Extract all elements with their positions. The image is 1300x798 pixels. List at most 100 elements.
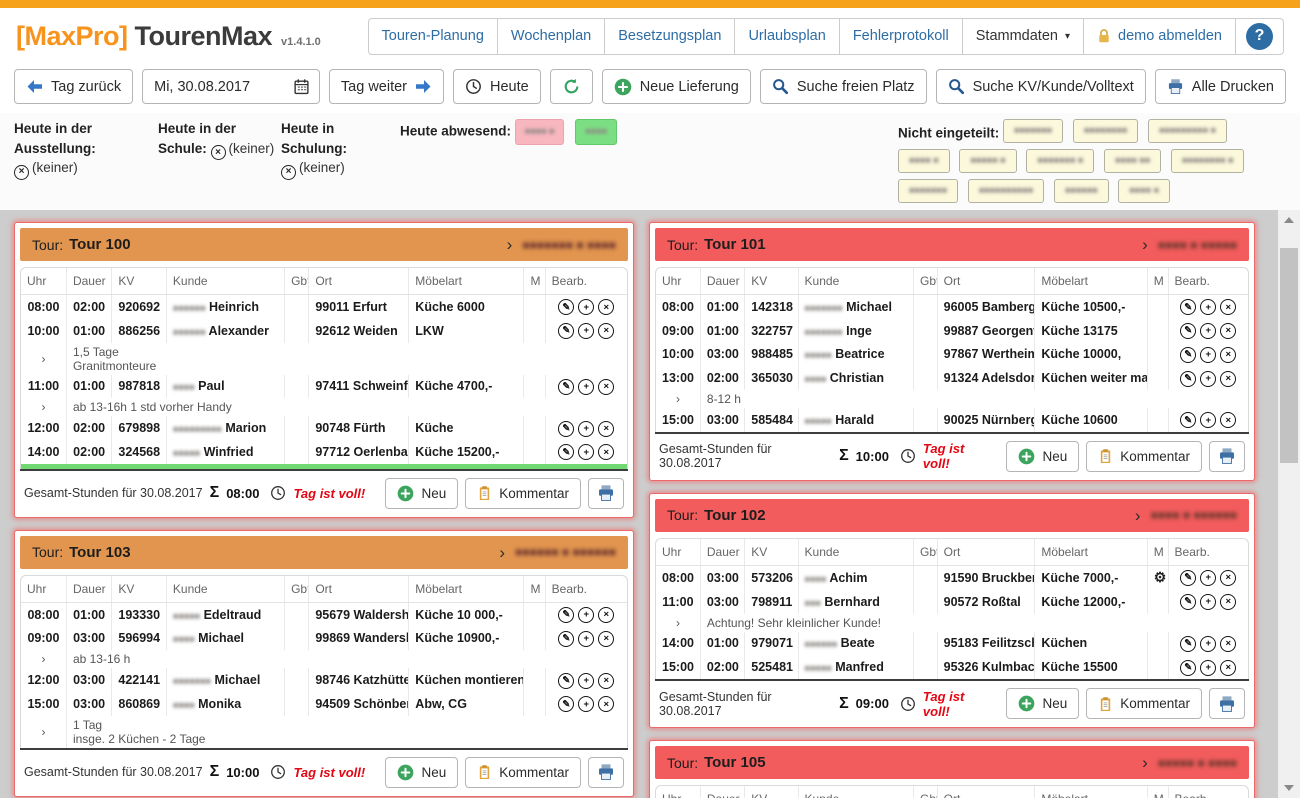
scroll-up-arrow[interactable]	[1278, 212, 1300, 228]
add-icon[interactable]: +	[578, 421, 594, 437]
edit-icon[interactable]: ✎	[1180, 636, 1196, 652]
unassigned-badge[interactable]: ■■■■ ■	[1118, 179, 1170, 203]
delete-icon[interactable]: ×	[1220, 371, 1236, 387]
delete-icon[interactable]: ×	[598, 444, 614, 460]
delete-icon[interactable]: ×	[598, 631, 614, 647]
add-icon[interactable]: +	[578, 323, 594, 339]
vertical-scrollbar[interactable]	[1278, 210, 1300, 798]
delete-icon[interactable]: ×	[598, 607, 614, 623]
edit-icon[interactable]: ✎	[1180, 347, 1196, 363]
tab-touren-planung[interactable]: Touren-Planung	[369, 19, 497, 54]
add-icon[interactable]: +	[578, 379, 594, 395]
delete-icon[interactable]: ×	[1220, 412, 1236, 428]
new-entry-button[interactable]: Neu	[1006, 441, 1079, 472]
edit-icon[interactable]: ✎	[558, 696, 574, 712]
edit-icon[interactable]: ✎	[1180, 570, 1196, 586]
print-tour-button[interactable]	[588, 757, 624, 788]
edit-icon[interactable]: ✎	[558, 607, 574, 623]
delete-icon[interactable]: ×	[1220, 347, 1236, 363]
edit-icon[interactable]: ✎	[1180, 299, 1196, 315]
new-entry-button[interactable]: Neu	[385, 757, 458, 788]
comment-button[interactable]: Kommentar	[1086, 688, 1202, 719]
logout-button[interactable]: demo abmelden	[1083, 19, 1235, 54]
unassigned-badge[interactable]: ■■■■■■■	[898, 179, 958, 203]
unassigned-badge[interactable]: ■■■■■ ■	[959, 149, 1016, 173]
add-icon[interactable]: +	[578, 299, 594, 315]
add-icon[interactable]: +	[1200, 636, 1216, 652]
absent-badge[interactable]: ■■■■ ■	[515, 119, 565, 145]
edit-icon[interactable]: ✎	[1180, 371, 1196, 387]
add-icon[interactable]: +	[1200, 570, 1216, 586]
menu-stammdaten[interactable]: Stammdaten ▾	[962, 19, 1083, 54]
today-button[interactable]: Heute	[453, 69, 541, 104]
tour-header[interactable]: Tour: Tour 101 › ■■■■ ■ ■■■■■	[655, 228, 1249, 261]
edit-icon[interactable]: ✎	[1180, 323, 1196, 339]
delete-icon[interactable]: ×	[1220, 570, 1236, 586]
tab-wochenplan[interactable]: Wochenplan	[497, 19, 604, 54]
delete-icon[interactable]: ×	[598, 696, 614, 712]
edit-icon[interactable]: ✎	[558, 421, 574, 437]
unassigned-badge[interactable]: ■■■■■■■■■■	[968, 179, 1044, 203]
add-icon[interactable]: +	[578, 696, 594, 712]
print-all-button[interactable]: Alle Drucken	[1155, 69, 1286, 104]
edit-icon[interactable]: ✎	[1180, 412, 1196, 428]
unassigned-badge[interactable]: ■■■■■■■■■ ■	[1148, 119, 1227, 143]
print-tour-button[interactable]	[1209, 688, 1245, 719]
absent-badge[interactable]: ■■■■	[575, 119, 617, 145]
delete-icon[interactable]: ×	[598, 673, 614, 689]
day-back-button[interactable]: Tag zurück	[14, 69, 133, 104]
delete-icon[interactable]: ×	[1220, 323, 1236, 339]
add-icon[interactable]: +	[578, 607, 594, 623]
new-entry-button[interactable]: Neu	[385, 478, 458, 509]
tab-fehlerprotokoll[interactable]: Fehlerprotokoll	[839, 19, 962, 54]
search-fulltext-button[interactable]: Suche KV/Kunde/Volltext	[936, 69, 1146, 104]
edit-icon[interactable]: ✎	[558, 631, 574, 647]
edit-icon[interactable]: ✎	[558, 323, 574, 339]
edit-icon[interactable]: ✎	[558, 299, 574, 315]
delete-icon[interactable]: ×	[598, 299, 614, 315]
tour-header[interactable]: Tour: Tour 100 › ■■■■■■■ ■ ■■■■	[20, 228, 628, 261]
unassigned-badge[interactable]: ■■■■■■■■	[1073, 119, 1139, 143]
add-icon[interactable]: +	[1200, 323, 1216, 339]
unassigned-badge[interactable]: ■■■■ ■■	[1104, 149, 1161, 173]
unassigned-badge[interactable]: ■■■■ ■	[898, 149, 950, 173]
refresh-button[interactable]	[550, 69, 593, 104]
date-input[interactable]	[152, 78, 287, 96]
tab-besetzungsplan[interactable]: Besetzungsplan	[604, 19, 734, 54]
comment-button[interactable]: Kommentar	[465, 757, 581, 788]
unassigned-badge[interactable]: ■■■■■■	[1054, 179, 1109, 203]
delete-icon[interactable]: ×	[598, 379, 614, 395]
add-icon[interactable]: +	[1200, 347, 1216, 363]
edit-icon[interactable]: ✎	[558, 379, 574, 395]
scroll-down-arrow[interactable]	[1278, 780, 1300, 796]
print-tour-button[interactable]	[1209, 441, 1245, 472]
tour-header[interactable]: Tour: Tour 105 › ■■■■■ ■ ■■■■	[655, 746, 1249, 779]
print-tour-button[interactable]	[588, 478, 624, 509]
edit-icon[interactable]: ✎	[558, 444, 574, 460]
new-delivery-button[interactable]: Neue Lieferung	[602, 69, 751, 104]
help-button[interactable]: ?	[1246, 23, 1273, 50]
new-entry-button[interactable]: Neu	[1006, 688, 1079, 719]
tour-header[interactable]: Tour: Tour 103 › ■■■■■■ ■ ■■■■■■	[20, 536, 628, 569]
add-icon[interactable]: +	[578, 444, 594, 460]
calendar-icon[interactable]	[293, 78, 310, 95]
add-icon[interactable]: +	[1200, 371, 1216, 387]
unassigned-badge[interactable]: ■■■■■■■■ ■	[1171, 149, 1244, 173]
delete-icon[interactable]: ×	[1220, 636, 1236, 652]
delete-icon[interactable]: ×	[598, 421, 614, 437]
edit-icon[interactable]: ✎	[1180, 594, 1196, 610]
add-icon[interactable]: +	[1200, 299, 1216, 315]
comment-button[interactable]: Kommentar	[1086, 441, 1202, 472]
add-icon[interactable]: +	[1200, 412, 1216, 428]
unassigned-badge[interactable]: ■■■■■■■	[1003, 119, 1063, 143]
day-forward-button[interactable]: Tag weiter	[329, 69, 444, 104]
add-icon[interactable]: +	[578, 673, 594, 689]
tab-urlaubsplan[interactable]: Urlaubsplan	[734, 19, 838, 54]
search-free-slot-button[interactable]: Suche freien Platz	[760, 69, 927, 104]
comment-button[interactable]: Kommentar	[465, 478, 581, 509]
scrollbar-thumb[interactable]	[1280, 248, 1298, 463]
add-icon[interactable]: +	[1200, 660, 1216, 676]
delete-icon[interactable]: ×	[1220, 594, 1236, 610]
edit-icon[interactable]: ✎	[558, 673, 574, 689]
add-icon[interactable]: +	[1200, 594, 1216, 610]
